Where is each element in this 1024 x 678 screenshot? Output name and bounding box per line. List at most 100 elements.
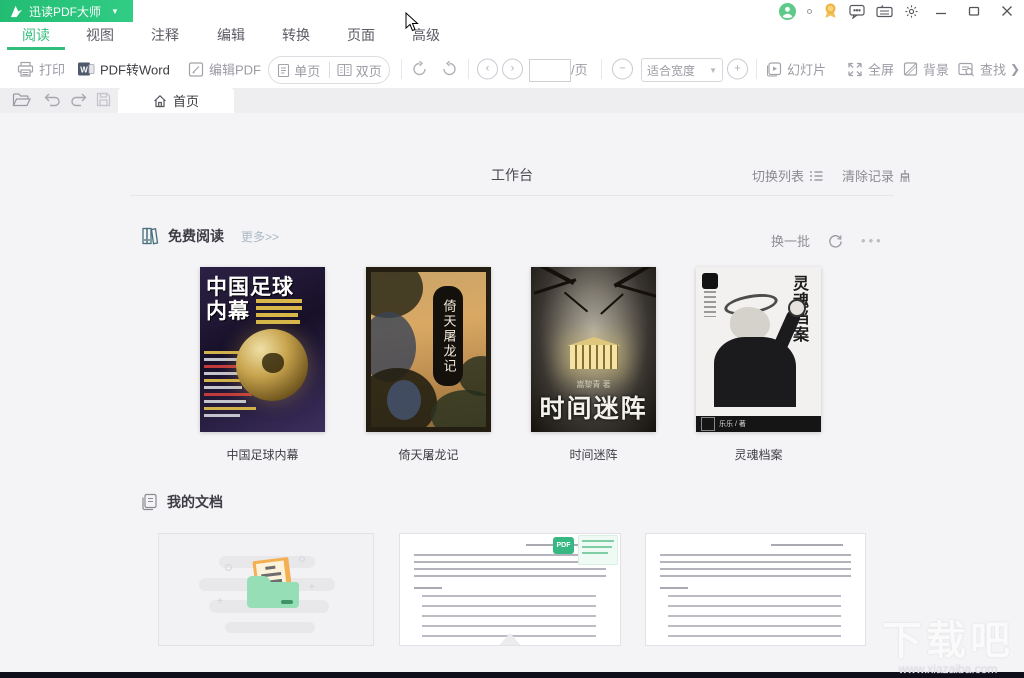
refresh-icon[interactable]	[828, 233, 843, 248]
find-button[interactable]: 查找	[958, 60, 1006, 79]
minus-icon: −	[612, 59, 633, 80]
golden-football	[236, 329, 308, 401]
double-page-button[interactable]: 双页	[330, 61, 390, 80]
clear-history-button[interactable]: 清除记录	[842, 166, 911, 185]
free-reading-more-link[interactable]: 更多>>	[241, 228, 279, 245]
home-icon	[153, 94, 167, 108]
rotate-left-icon	[441, 61, 458, 78]
chevron-right-icon: ›	[502, 59, 523, 80]
page-number-input[interactable]	[529, 59, 571, 82]
cover-art	[431, 390, 491, 432]
tab-annotate[interactable]: 注释	[143, 22, 187, 50]
cover-title-vertical: 倚天屠龙记	[439, 299, 458, 374]
minimize-button[interactable]	[930, 0, 952, 22]
illustration: +	[309, 582, 315, 593]
background-button[interactable]: 背景	[903, 60, 949, 79]
print-label: 打印	[39, 60, 65, 79]
message-icon[interactable]	[849, 4, 865, 19]
app-menu-button[interactable]: 迅读PDF大师 ▼	[0, 0, 133, 22]
undo-button[interactable]	[43, 92, 61, 112]
document-card[interactable]	[645, 533, 866, 646]
book-cover-time-maze[interactable]: 嵩黎青 著 时间迷阵	[531, 267, 656, 432]
zoom-in-button[interactable]: +	[727, 59, 748, 80]
watermark-url: www.xiazaiba.com	[882, 662, 1014, 676]
refresh-batch-button[interactable]: 换一批	[771, 231, 810, 250]
maximize-button[interactable]	[963, 0, 985, 22]
list-icon	[809, 170, 823, 182]
cover-character-head	[730, 307, 770, 341]
rotate-left-button[interactable]	[441, 61, 458, 78]
toolbar-overflow-button[interactable]: ❯	[1010, 62, 1020, 76]
zoom-mode-value: 适合宽度	[647, 62, 695, 79]
divider	[130, 195, 894, 196]
shortcut-keyboard-icon[interactable]	[876, 5, 893, 18]
close-button[interactable]	[996, 0, 1018, 22]
chevron-down-icon: ▼	[111, 7, 119, 16]
slideshow-button[interactable]: 幻灯片	[766, 60, 826, 79]
book-cover-heaven-sword[interactable]: 倚天屠龙记	[366, 267, 491, 432]
tab-view[interactable]: 视图	[78, 22, 122, 50]
single-page-icon	[277, 63, 290, 78]
next-page-button[interactable]: ›	[502, 59, 523, 80]
illustration	[225, 564, 232, 571]
open-folder-button[interactable]	[12, 92, 31, 113]
slideshow-icon	[766, 61, 782, 77]
my-documents-header: 我的文档	[141, 492, 223, 512]
book-title[interactable]: 灵魂档案	[696, 446, 821, 463]
double-page-label: 双页	[356, 61, 382, 80]
cover-character-body	[714, 337, 796, 407]
redo-button[interactable]	[70, 92, 88, 112]
tab-convert[interactable]: 转换	[274, 22, 318, 50]
cover-title-line2: 内幕	[206, 295, 250, 325]
page-suffix-label: /页	[571, 60, 588, 79]
mouse-cursor	[405, 12, 419, 32]
free-reading-title: 免费阅读	[168, 226, 224, 246]
rotate-right-button[interactable]	[411, 61, 428, 78]
save-button[interactable]	[96, 92, 111, 112]
settings-gear-icon[interactable]	[904, 4, 919, 19]
prev-page-button[interactable]: ‹	[477, 59, 498, 80]
cover-subtext	[256, 299, 302, 327]
free-reading-header: 免费阅读 更多>>	[141, 226, 279, 246]
pdf-badge: PDF	[553, 537, 574, 554]
more-options-button[interactable]: •••	[861, 233, 884, 248]
print-button[interactable]: 打印	[17, 60, 65, 79]
home-tab[interactable]: 首页	[118, 88, 234, 113]
app-window: 迅读PDF大师 ▼	[0, 0, 1024, 678]
free-reading-actions: 换一批 •••	[771, 231, 884, 250]
book-cover-china-football[interactable]: 中国足球 内幕	[200, 267, 325, 432]
zoom-mode-select[interactable]: 适合宽度 ▼	[641, 58, 723, 82]
book-title[interactable]: 时间迷阵	[531, 446, 656, 463]
document-card[interactable]: PDF	[399, 533, 621, 646]
background-icon	[903, 62, 918, 77]
empty-folder-illustration	[247, 582, 299, 608]
divider	[401, 59, 402, 79]
svg-text:W: W	[80, 66, 88, 75]
clear-history-label: 清除记录	[842, 166, 894, 185]
app-title: 迅读PDF大师	[29, 3, 101, 20]
book-cover-soul-archive[interactable]: 灵魂档案 乐乐 / 著	[696, 267, 821, 432]
fullscreen-button[interactable]: 全屏	[847, 60, 894, 79]
single-page-button[interactable]: 单页	[269, 61, 329, 80]
vip-medal-icon[interactable]	[823, 3, 838, 19]
tab-read[interactable]: 阅读	[14, 22, 58, 50]
book-title[interactable]: 倚天屠龙记	[366, 446, 491, 463]
watermark-text: 下载吧	[882, 621, 1014, 661]
book-title[interactable]: 中国足球内幕	[200, 446, 325, 463]
cover-title-plaque: 倚天屠龙记	[433, 286, 463, 386]
edit-pdf-button[interactable]: 编辑PDF	[188, 60, 261, 79]
tab-edit[interactable]: 编辑	[209, 22, 253, 50]
edit-pdf-label: 编辑PDF	[209, 60, 261, 79]
chevron-down-icon: ▼	[709, 66, 717, 75]
illustration	[225, 622, 315, 633]
zoom-out-button[interactable]: −	[612, 59, 633, 80]
bookshelf-icon	[141, 227, 159, 245]
cover-art	[366, 267, 423, 318]
fullscreen-label: 全屏	[868, 60, 894, 79]
tab-page[interactable]: 页面	[339, 22, 383, 50]
pdf-to-word-button[interactable]: W PDF转Word	[77, 60, 170, 79]
document-card-empty[interactable]: + +	[158, 533, 374, 646]
user-avatar[interactable]	[779, 3, 796, 20]
switch-list-button[interactable]: 切换列表	[752, 166, 823, 185]
switch-list-label: 切换列表	[752, 166, 804, 185]
